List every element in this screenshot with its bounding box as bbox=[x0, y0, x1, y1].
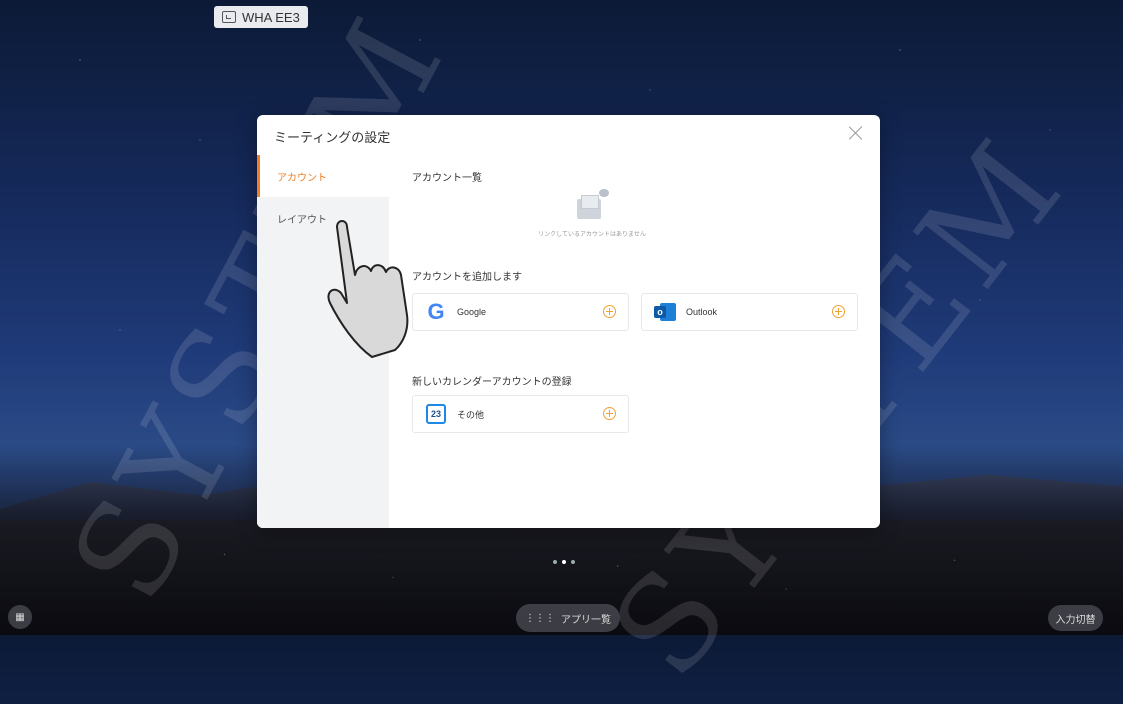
add-google-account-button[interactable]: G Google bbox=[412, 293, 629, 331]
empty-account-text: リンクしているアカウントはありません bbox=[538, 231, 646, 238]
screen-share-icon bbox=[222, 11, 236, 23]
app-list-label: アプリ一覧 bbox=[561, 614, 611, 626]
empty-account-state: リンクしているアカウントはありません bbox=[512, 189, 672, 238]
add-account-heading: アカウントを追加します bbox=[412, 272, 522, 283]
empty-mailbox-icon bbox=[573, 189, 611, 223]
add-plus-icon bbox=[603, 407, 616, 420]
google-label: Google bbox=[457, 307, 487, 317]
add-plus-icon bbox=[832, 305, 845, 318]
register-calendar-heading: 新しいカレンダーアカウントの登録 bbox=[412, 377, 572, 388]
room-name-tag: WHA EE3 bbox=[214, 6, 308, 28]
close-icon[interactable] bbox=[848, 125, 864, 141]
account-list-heading: アカウント一覧 bbox=[412, 173, 482, 184]
outlook-icon: o bbox=[654, 301, 676, 323]
page-indicator bbox=[553, 560, 575, 564]
add-other-calendar-button[interactable]: 23 その他 bbox=[412, 395, 629, 433]
settings-content: アカウント一覧 リンクしているアカウントはありません アカウントを追加します G… bbox=[412, 155, 858, 528]
dialog-title: ミーティングの設定 bbox=[274, 131, 391, 146]
sidebar-item-account[interactable]: アカウント bbox=[257, 155, 389, 197]
room-name-label: WHA EE3 bbox=[242, 9, 300, 25]
add-plus-icon bbox=[603, 305, 616, 318]
calendar-icon: 23 bbox=[425, 403, 447, 425]
pointing-hand-icon bbox=[327, 220, 409, 358]
input-switch-label: 入力切替 bbox=[1055, 614, 1096, 626]
google-icon: G bbox=[427, 299, 445, 324]
sidebar-item-label: アカウント bbox=[277, 172, 327, 184]
input-switch-button[interactable]: 入力切替 bbox=[1048, 605, 1103, 631]
app-list-button[interactable]: ⋮⋮⋮ アプリ一覧 bbox=[516, 604, 620, 632]
grid-icon: ⋮⋮⋮ bbox=[525, 612, 555, 624]
add-outlook-account-button[interactable]: o Outlook bbox=[641, 293, 858, 331]
layout-toggle-icon[interactable]: ▦ bbox=[8, 605, 32, 629]
other-calendar-label: その他 bbox=[457, 409, 485, 420]
outlook-label: Outlook bbox=[686, 307, 718, 317]
